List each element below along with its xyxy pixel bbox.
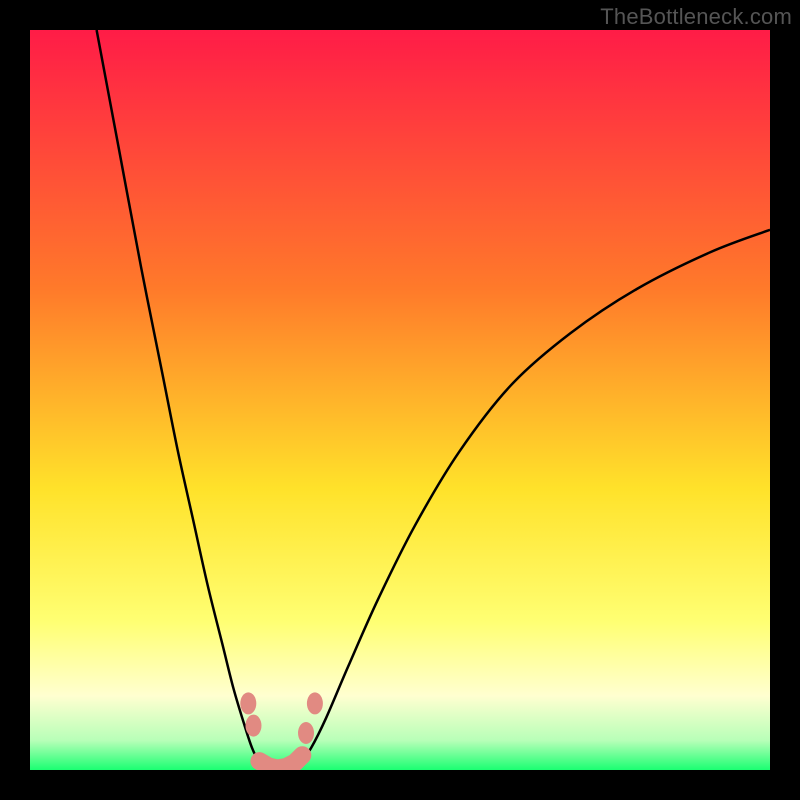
data-marker	[298, 722, 314, 744]
data-marker	[245, 715, 261, 737]
data-marker	[240, 692, 256, 714]
data-marker	[307, 692, 323, 714]
marker-group	[240, 692, 323, 768]
attribution-label: TheBottleneck.com	[600, 4, 792, 30]
plot-area	[30, 30, 770, 770]
chart-frame: TheBottleneck.com	[0, 0, 800, 800]
bottleneck-curve-left	[97, 30, 267, 770]
bottleneck-curve-right	[296, 230, 770, 770]
curve-layer	[30, 30, 770, 770]
bottom-marker-path	[259, 755, 302, 768]
